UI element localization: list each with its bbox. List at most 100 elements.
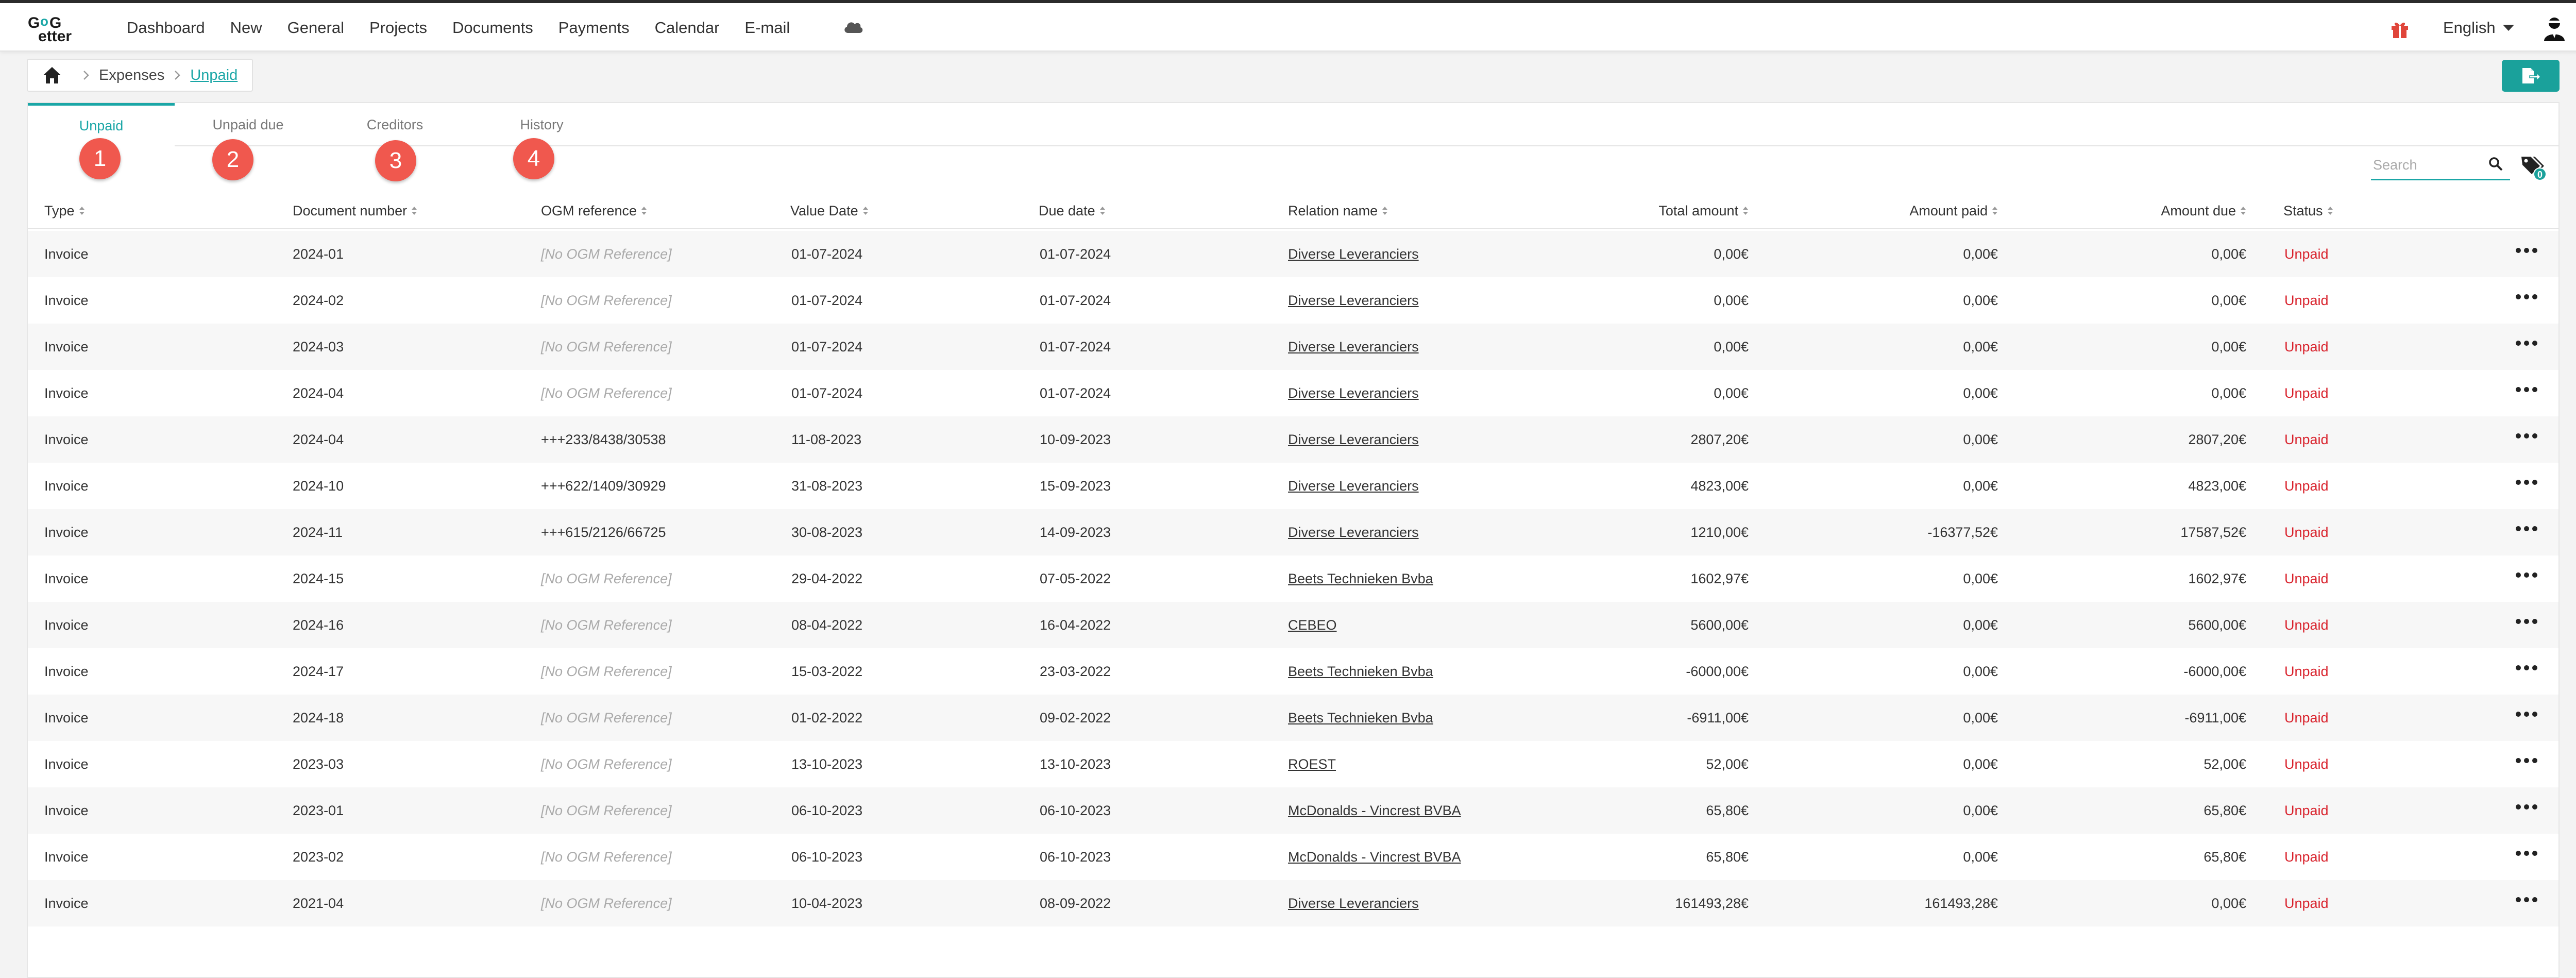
table-row[interactable]: Invoice 2023-01 [No OGM Reference] 06-10… bbox=[28, 787, 2558, 834]
cell-relation-link[interactable]: Beets Technieken Bvba bbox=[1288, 695, 1433, 741]
table-row[interactable]: Invoice 2023-02 [No OGM Reference] 06-10… bbox=[28, 834, 2558, 880]
sort-icon bbox=[641, 207, 647, 215]
more-options-icon[interactable] bbox=[2514, 617, 2539, 626]
more-options-icon[interactable] bbox=[2514, 525, 2539, 533]
nav-documents[interactable]: Documents bbox=[452, 19, 533, 37]
cell-relation-link[interactable]: Beets Technieken Bvba bbox=[1288, 555, 1433, 602]
search-icon[interactable] bbox=[2488, 157, 2503, 171]
cell-ogm-reference: +++615/2126/66725 bbox=[541, 524, 666, 540]
chevron-right-icon bbox=[83, 71, 89, 80]
table-row[interactable]: Invoice 2021-04 [No OGM Reference] 10-04… bbox=[28, 880, 2558, 926]
step-badge-1: 1 bbox=[79, 138, 121, 179]
table-row[interactable]: Invoice 2024-17 [No OGM Reference] 15-03… bbox=[28, 648, 2558, 695]
table-row[interactable]: Invoice 2024-18 [No OGM Reference] 01-02… bbox=[28, 695, 2558, 741]
cell-relation-link[interactable]: Diverse Leveranciers bbox=[1288, 463, 1419, 509]
column-header-amount-paid[interactable]: Amount paid bbox=[1823, 203, 1998, 218]
chevron-down-icon bbox=[2502, 25, 2514, 31]
filter-count: 0 bbox=[2537, 170, 2543, 180]
more-options-icon[interactable] bbox=[2514, 339, 2539, 347]
cloud-icon[interactable] bbox=[843, 20, 863, 34]
cell-relation-link[interactable]: Diverse Leveranciers bbox=[1288, 509, 1419, 555]
cell-amount-due: 0,00€ bbox=[2211, 895, 2246, 911]
cell-relation-link[interactable]: ROEST bbox=[1288, 741, 1336, 787]
tag-filter-icon[interactable]: 0 bbox=[2519, 154, 2548, 182]
more-options-icon[interactable] bbox=[2514, 385, 2539, 394]
more-options-icon[interactable] bbox=[2514, 710, 2539, 718]
more-options-icon[interactable] bbox=[2514, 803, 2539, 811]
table-row[interactable]: Invoice 2024-10 +++622/1409/30929 31-08-… bbox=[28, 463, 2558, 509]
more-options-icon[interactable] bbox=[2514, 896, 2539, 904]
cell-value-date: 08-04-2022 bbox=[791, 617, 863, 633]
cell-relation-link[interactable]: CEBEO bbox=[1288, 602, 1337, 648]
status-badge: Unpaid bbox=[2284, 524, 2329, 540]
cell-ogm-reference: [No OGM Reference] bbox=[541, 292, 672, 308]
table-row[interactable]: Invoice 2024-16 [No OGM Reference] 08-04… bbox=[28, 602, 2558, 648]
tab-unpaid-due[interactable]: Unpaid due bbox=[175, 103, 321, 146]
more-options-icon[interactable] bbox=[2514, 293, 2539, 301]
nav-calendar[interactable]: Calendar bbox=[655, 19, 720, 37]
cell-total-amount: 1210,00€ bbox=[1690, 524, 1749, 540]
cell-relation-link[interactable]: Beets Technieken Bvba bbox=[1288, 648, 1433, 695]
more-options-icon[interactable] bbox=[2514, 246, 2539, 255]
more-options-icon[interactable] bbox=[2514, 756, 2539, 765]
column-header-status[interactable]: Status bbox=[2283, 203, 2333, 218]
more-options-icon[interactable] bbox=[2514, 478, 2539, 486]
column-header-value-date[interactable]: Value Date bbox=[790, 203, 869, 218]
cell-relation-link[interactable]: Diverse Leveranciers bbox=[1288, 231, 1419, 277]
table-row[interactable]: Invoice 2024-01 [No OGM Reference] 01-07… bbox=[28, 231, 2558, 277]
cell-total-amount: 4823,00€ bbox=[1690, 478, 1749, 494]
nav-new[interactable]: New bbox=[230, 19, 262, 37]
nav-payments[interactable]: Payments bbox=[558, 19, 630, 37]
user-avatar-icon[interactable] bbox=[2541, 15, 2568, 42]
column-header-type[interactable]: Type bbox=[44, 203, 85, 218]
table-row[interactable]: Invoice 2024-11 +++615/2126/66725 30-08-… bbox=[28, 509, 2558, 555]
export-button[interactable] bbox=[2502, 60, 2560, 92]
nav-dashboard[interactable]: Dashboard bbox=[127, 19, 205, 37]
more-options-icon[interactable] bbox=[2514, 664, 2539, 672]
language-selector[interactable]: English bbox=[2443, 19, 2514, 37]
table-row[interactable]: Invoice 2024-04 +++233/8438/30538 11-08-… bbox=[28, 416, 2558, 463]
status-badge: Unpaid bbox=[2284, 431, 2329, 447]
table-row[interactable]: Invoice 2024-15 [No OGM Reference] 29-04… bbox=[28, 555, 2558, 602]
cell-total-amount: -6000,00€ bbox=[1686, 663, 1749, 679]
column-header-total-amount[interactable]: Total amount bbox=[1573, 203, 1749, 218]
cell-amount-paid: 161493,28€ bbox=[1924, 895, 1998, 911]
column-header-document-number[interactable]: Document number bbox=[293, 203, 417, 218]
cell-amount-paid: 0,00€ bbox=[1963, 570, 1998, 586]
cell-ogm-reference: +++233/8438/30538 bbox=[541, 431, 666, 447]
table-row[interactable]: Invoice 2024-03 [No OGM Reference] 01-07… bbox=[28, 324, 2558, 370]
gift-icon[interactable] bbox=[2389, 19, 2410, 39]
home-icon[interactable] bbox=[42, 66, 62, 85]
column-header-ogm-reference[interactable]: OGM reference bbox=[541, 203, 647, 218]
cell-relation-link[interactable]: Diverse Leveranciers bbox=[1288, 370, 1419, 416]
nav-email[interactable]: E-mail bbox=[744, 19, 790, 37]
cell-relation-link[interactable]: Diverse Leveranciers bbox=[1288, 277, 1419, 324]
breadcrumb-unpaid[interactable]: Unpaid bbox=[190, 67, 238, 84]
column-header-amount-due[interactable]: Amount due bbox=[2071, 203, 2246, 218]
nav-general[interactable]: General bbox=[287, 19, 344, 37]
cell-type: Invoice bbox=[44, 849, 89, 865]
more-options-icon[interactable] bbox=[2514, 849, 2539, 857]
cell-value-date: 01-02-2022 bbox=[791, 710, 863, 726]
search-input[interactable] bbox=[2371, 154, 2479, 176]
column-header-due-date[interactable]: Due date bbox=[1039, 203, 1106, 218]
cell-relation-link[interactable]: McDonalds - Vincrest BVBA bbox=[1288, 834, 1461, 880]
column-header-relation-name[interactable]: Relation name bbox=[1288, 203, 1388, 218]
search-box bbox=[2371, 154, 2510, 180]
table-row[interactable]: Invoice 2024-02 [No OGM Reference] 01-07… bbox=[28, 277, 2558, 324]
breadcrumb-expenses[interactable]: Expenses bbox=[99, 67, 164, 84]
more-options-icon[interactable] bbox=[2514, 571, 2539, 579]
cell-type: Invoice bbox=[44, 246, 89, 262]
cell-type: Invoice bbox=[44, 617, 89, 633]
nav-projects[interactable]: Projects bbox=[369, 19, 427, 37]
cell-relation-link[interactable]: Diverse Leveranciers bbox=[1288, 324, 1419, 370]
gogetter-logo[interactable]: G o G etter bbox=[27, 12, 99, 44]
more-options-icon[interactable] bbox=[2514, 432, 2539, 440]
cell-relation-link[interactable]: McDonalds - Vincrest BVBA bbox=[1288, 787, 1461, 834]
cell-total-amount: 0,00€ bbox=[1714, 246, 1749, 262]
cell-relation-link[interactable]: Diverse Leveranciers bbox=[1288, 416, 1419, 463]
cell-ogm-reference: [No OGM Reference] bbox=[541, 802, 672, 818]
table-row[interactable]: Invoice 2024-04 [No OGM Reference] 01-07… bbox=[28, 370, 2558, 416]
cell-relation-link[interactable]: Diverse Leveranciers bbox=[1288, 880, 1419, 926]
table-row[interactable]: Invoice 2023-03 [No OGM Reference] 13-10… bbox=[28, 741, 2558, 787]
